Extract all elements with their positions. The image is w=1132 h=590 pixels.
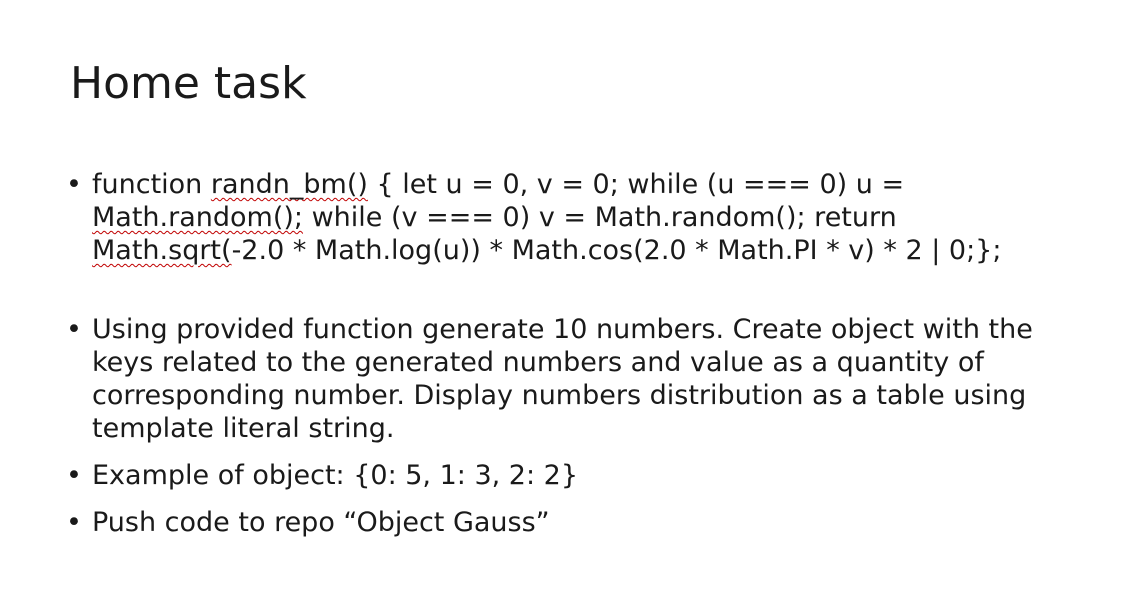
text-line: Push code to repo “Object Gauss” — [92, 507, 550, 538]
code-line-3: Math.sqrt(-2.0 * Math.log(u)) * Math.cos… — [92, 234, 1102, 267]
bullet-item-instructions: • Using provided function generate 10 nu… — [62, 313, 1102, 445]
bullet-dot-icon: • — [66, 314, 82, 345]
code-text: -2.0 * Math.log(u)) * Math.cos(2.0 * Mat… — [231, 235, 1002, 266]
code-text: function — [92, 169, 211, 200]
code-line-2: Math.random(); while (v === 0) v = Math.… — [92, 201, 1102, 234]
code-line-1: function randn_bm() { let u = 0, v = 0; … — [92, 168, 1102, 201]
bullet-item-example: • Example of object: {0: 5, 1: 3, 2: 2} — [62, 459, 1102, 492]
code-text: while (v === 0) v = Math.random(); retur… — [303, 202, 897, 233]
bullet-dot-icon: • — [66, 169, 82, 200]
bullet-list: • function randn_bm() { let u = 0, v = 0… — [62, 168, 1102, 539]
bullet-dot-icon: • — [66, 460, 82, 491]
text-line: corresponding number. Display numbers di… — [92, 380, 1027, 411]
bullet-dot-icon: • — [66, 507, 82, 538]
text-line: keys related to the generated numbers an… — [92, 347, 984, 378]
slide: Home task • function randn_bm() { let u … — [0, 0, 1132, 590]
spellcheck-text: Math.random(); — [92, 202, 304, 233]
code-text: { let u = 0, v = 0; while (u === 0) u = — [367, 169, 905, 200]
text-line: template literal string. — [92, 413, 395, 444]
slide-title: Home task — [70, 58, 307, 109]
text-line: Example of object: {0: 5, 1: 3, 2: 2} — [92, 460, 578, 491]
spellcheck-text: Math.sqrt( — [92, 235, 232, 266]
text-line: Using provided function generate 10 numb… — [92, 314, 1033, 345]
bullet-item-function-code: • function randn_bm() { let u = 0, v = 0… — [62, 168, 1102, 267]
bullet-item-push: • Push code to repo “Object Gauss” — [62, 506, 1102, 539]
spellcheck-text: randn_bm() — [210, 169, 368, 200]
